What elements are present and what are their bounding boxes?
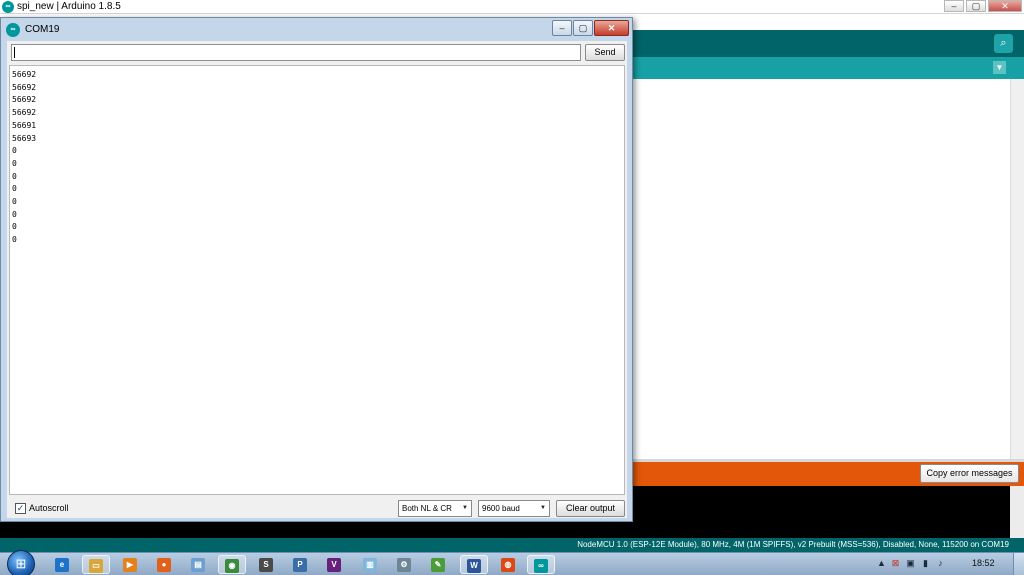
serial-output-line: 0 xyxy=(12,222,17,232)
taskbar-app-chrome[interactable]: ◉ xyxy=(218,555,246,574)
taskbar-app-word[interactable]: W xyxy=(460,555,488,574)
copy-error-messages-button[interactable]: Copy error messages xyxy=(920,464,1019,483)
text-caret xyxy=(14,47,15,58)
taskbar-app-ubuntu[interactable]: ◍ xyxy=(494,555,522,574)
serial-output-line: 0 xyxy=(12,158,17,168)
taskbar-app-notepad[interactable]: ▤ xyxy=(184,555,212,574)
paint-icon: ✎ xyxy=(431,557,445,572)
internet-explorer-icon: e xyxy=(55,557,69,572)
notepad-icon: ▤ xyxy=(191,557,205,572)
ide-status-bar: NodeMCU 1.0 (ESP-12E Module), 80 MHz, 4M… xyxy=(0,538,1024,552)
settings-icon: ⚙ xyxy=(397,557,411,572)
chevron-down-icon: ▼ xyxy=(995,63,1004,72)
clear-output-button[interactable]: Clear output xyxy=(556,500,625,517)
clock[interactable]: 18:52 xyxy=(972,558,995,568)
arrow-up-icon[interactable]: ▲ xyxy=(876,557,887,570)
taskbar-app-arduino[interactable]: ∞ xyxy=(527,555,555,574)
serial-output-line: 0 xyxy=(12,171,17,181)
volume-icon[interactable]: ♪ xyxy=(935,557,946,570)
serial-output-line: 56692 xyxy=(12,70,37,79)
taskbar-app-media-player[interactable]: ▶ xyxy=(116,555,144,574)
serial-output-line: 0 xyxy=(12,146,17,156)
taskbar: ⊞ e ▭ ▶ ● ▤ ◉ S P V ▥ ⚙ ✎ W ◍ ∞ ▲ ⊠ ▣ ▮ ♪ 18:52 xyxy=(0,550,1024,575)
file-explorer-icon: ▭ xyxy=(89,558,103,573)
taskbar-app-file-explorer[interactable]: ▭ xyxy=(82,555,110,574)
serial-output-line: 0 xyxy=(12,235,17,245)
serial-output-line: 56693 xyxy=(12,133,37,143)
baud-rate-value: 9600 baud xyxy=(482,504,520,513)
maximize-button[interactable]: ▢ xyxy=(573,20,593,36)
taskbar-app-visual-studio[interactable]: V xyxy=(320,555,348,574)
serial-output-line: 56691 xyxy=(12,120,37,130)
magnifier-icon: ⌕ xyxy=(1000,37,1007,49)
taskbar-app-internet-explorer[interactable]: e xyxy=(48,555,76,574)
documents-icon: ▥ xyxy=(363,557,377,572)
chevron-down-icon: ▼ xyxy=(462,505,468,511)
taskbar-app-firefox[interactable]: ● xyxy=(150,555,178,574)
serial-output-line: 56692 xyxy=(12,95,37,105)
media-player-icon: ▶ xyxy=(123,557,137,572)
arduino-icon: ∞ xyxy=(534,558,548,573)
word-icon: W xyxy=(467,558,481,573)
maximize-button[interactable]: ▢ xyxy=(966,0,986,12)
taskbar-app-sublime-text[interactable]: S xyxy=(252,555,280,574)
taskbar-app-settings[interactable]: ⚙ xyxy=(390,555,418,574)
arduino-app-icon: ∞ xyxy=(2,1,14,13)
serial-options-bar: ✓ Autoscroll Both NL & CR ▼ 9600 baud ▼ … xyxy=(7,497,627,518)
serial-monitor-body: Send 56692 56692 56692 56692 56691 56693 0 0 0 0 0… xyxy=(7,41,627,518)
ide-window-title: spi_new | Arduino 1.8.5 xyxy=(17,1,121,12)
start-button[interactable]: ⊞ xyxy=(7,550,35,575)
serial-output-line: 56692 xyxy=(12,108,37,118)
taskbar-app-python[interactable]: P xyxy=(286,555,314,574)
chevron-down-icon: ▼ xyxy=(540,505,546,511)
tab-menu-dropdown[interactable]: ▼ xyxy=(993,61,1006,74)
autoscroll-checkbox[interactable]: ✓ xyxy=(15,503,26,514)
ide-titlebar: ∞ spi_new | Arduino 1.8.5 – ▢ ✕ xyxy=(0,0,1024,14)
checkmark-icon: ✓ xyxy=(16,503,25,513)
serial-monitor-title: COM19 xyxy=(25,24,60,35)
windows-logo-icon: ⊞ xyxy=(15,556,27,571)
serial-output-area[interactable]: 56692 56692 56692 56692 56691 56693 0 0 0 0 0 0 0 0 xyxy=(9,65,625,495)
editor-scrollbar[interactable] xyxy=(1010,79,1024,459)
firefox-icon: ● xyxy=(157,557,171,572)
taskbar-app-documents[interactable]: ▥ xyxy=(356,555,384,574)
close-button[interactable]: ✕ xyxy=(594,20,629,36)
line-ending-value: Both NL & CR xyxy=(402,504,452,513)
network-error-icon[interactable]: ⊠ xyxy=(890,557,901,570)
baud-rate-select[interactable]: 9600 baud ▼ xyxy=(478,500,550,517)
autoscroll-label: Autoscroll xyxy=(29,503,69,513)
close-button[interactable]: ✕ xyxy=(988,0,1022,12)
minimize-button[interactable]: – xyxy=(944,0,964,12)
send-input[interactable] xyxy=(11,44,581,61)
serial-output-line: 0 xyxy=(12,184,17,194)
serial-output-line: 0 xyxy=(12,209,17,219)
minimize-button[interactable]: – xyxy=(552,20,572,36)
device-icon[interactable]: ▣ xyxy=(905,557,916,570)
python-icon: P xyxy=(293,557,307,572)
serial-output-line: 56692 xyxy=(12,82,37,92)
ubuntu-icon: ◍ xyxy=(501,557,515,572)
serial-monitor-window: ∞ COM19 – ▢ ✕ Send 56692 56692 56692 56692 5… xyxy=(0,17,633,522)
send-button[interactable]: Send xyxy=(585,44,625,61)
taskbar-app-paint[interactable]: ✎ xyxy=(424,555,452,574)
show-desktop-button[interactable] xyxy=(1013,553,1024,575)
serial-monitor-titlebar[interactable]: ∞ COM19 – ▢ ✕ xyxy=(1,18,632,41)
console-scrollbar[interactable] xyxy=(1010,486,1024,538)
board-info: NodeMCU 1.0 (ESP-12E Module), 80 MHz, 4M… xyxy=(577,540,1009,549)
serial-output-lines: 56692 56692 56692 56692 56691 56693 0 0 0 0 0 0 0 0 xyxy=(12,69,36,247)
chrome-icon: ◉ xyxy=(225,558,239,573)
serial-output-line: 0 xyxy=(12,197,17,207)
visual-studio-icon: V xyxy=(327,557,341,572)
sublime-text-icon: S xyxy=(259,557,273,572)
arduino-app-icon: ∞ xyxy=(6,23,20,37)
serial-monitor-button[interactable]: ⌕ xyxy=(994,34,1013,53)
signal-icon[interactable]: ▮ xyxy=(920,557,931,570)
line-ending-select[interactable]: Both NL & CR ▼ xyxy=(398,500,472,517)
